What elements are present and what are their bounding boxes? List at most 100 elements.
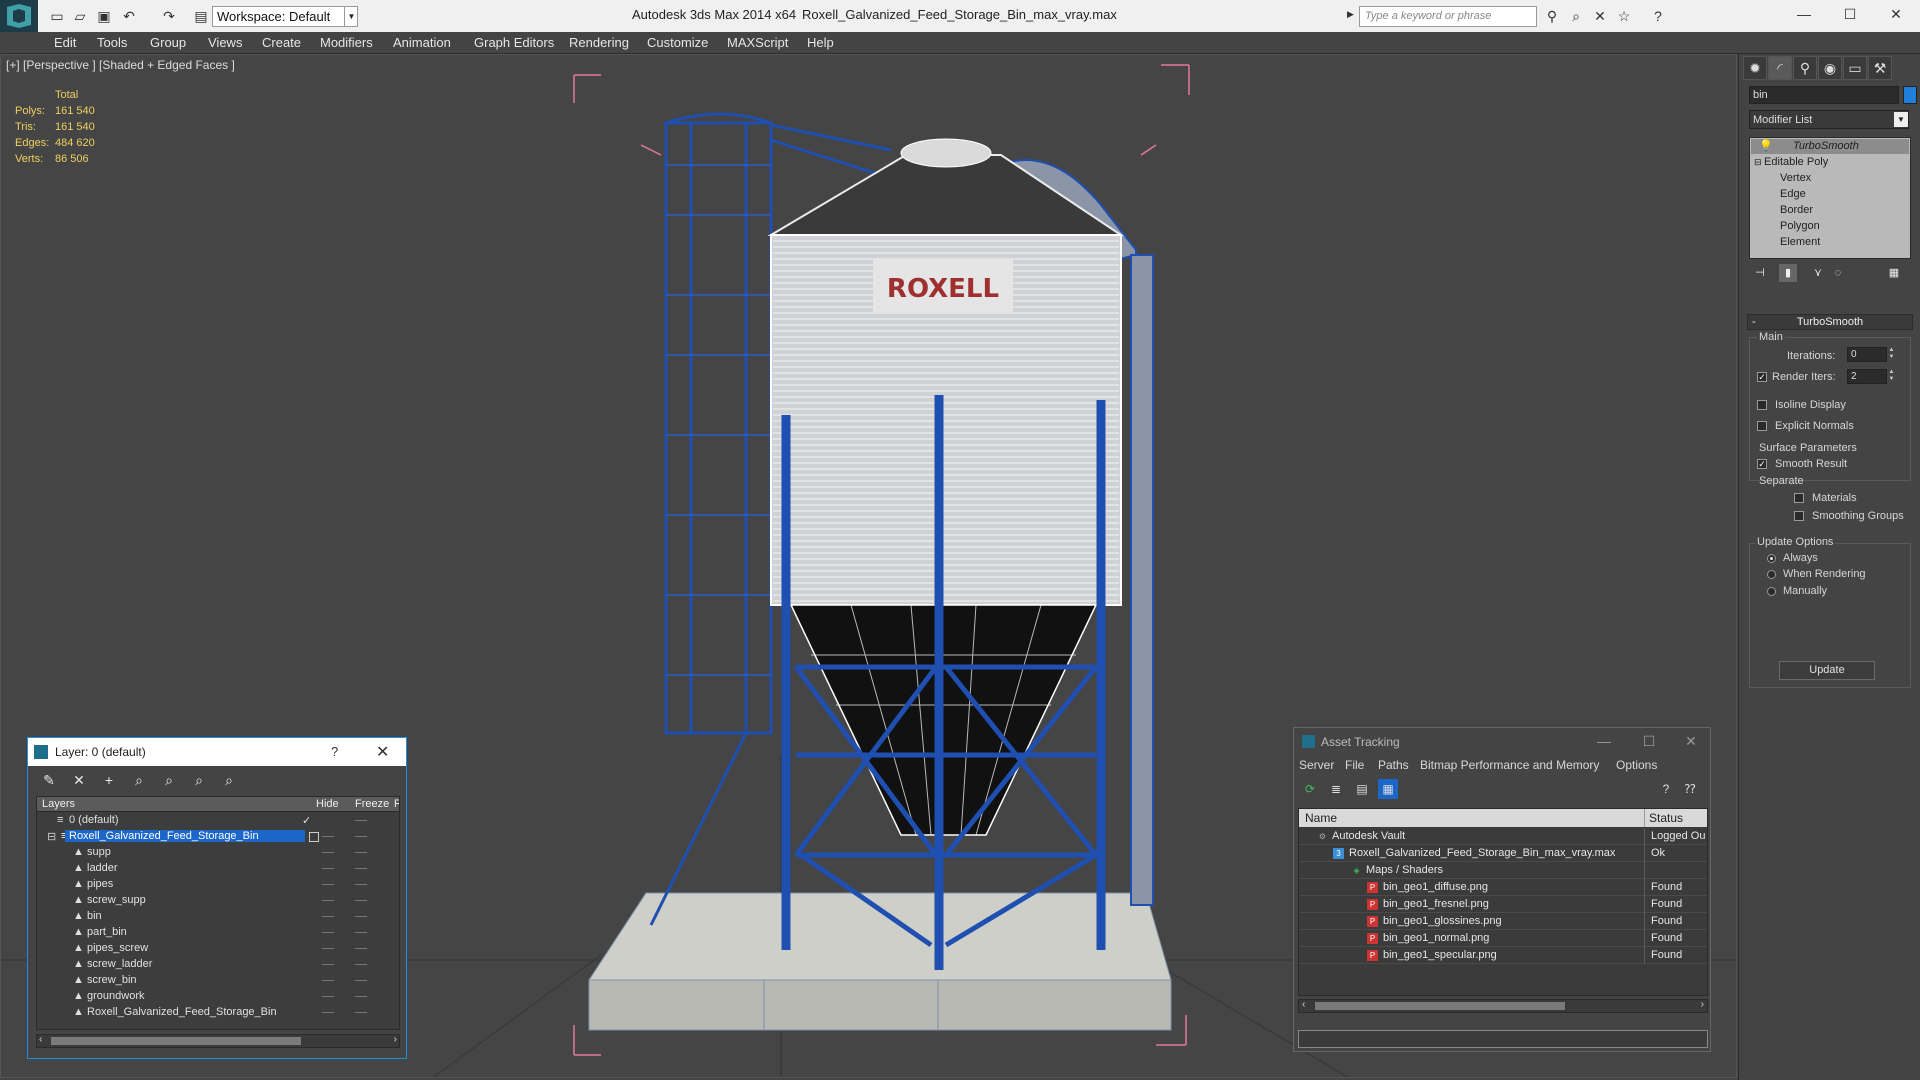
- spinner-arrows-icon[interactable]: ▲ ▼: [1887, 347, 1896, 362]
- stack-item-border[interactable]: Border: [1780, 203, 1813, 218]
- stack-item-turbosmooth[interactable]: 💡 TurboSmooth: [1751, 139, 1909, 154]
- smooth-result-checkbox[interactable]: ✓: [1757, 459, 1767, 469]
- close-icon[interactable]: ✕: [376, 742, 389, 762]
- save-file-icon[interactable]: ▣: [95, 7, 113, 25]
- minimize-button[interactable]: —: [1589, 731, 1619, 751]
- horizontal-scrollbar[interactable]: ‹ ›: [1298, 999, 1708, 1013]
- when-rendering-radio[interactable]: [1767, 570, 1776, 579]
- scroll-left-icon[interactable]: ‹: [39, 1034, 42, 1045]
- layer-row[interactable]: ▲ screw_bin: [37, 973, 399, 989]
- redo-icon[interactable]: ↷: [160, 7, 178, 25]
- minimize-button[interactable]: —: [1781, 0, 1827, 30]
- detail-view-icon[interactable]: ▦: [1378, 779, 1398, 799]
- create-layer-icon[interactable]: ✎: [38, 770, 60, 790]
- materials-checkbox[interactable]: [1794, 493, 1804, 503]
- asset-row[interactable]: P bin_geo1_fresnel.png Found: [1299, 896, 1707, 913]
- maximize-button[interactable]: ☐: [1634, 731, 1664, 751]
- table-view-icon[interactable]: ▤: [1352, 779, 1372, 799]
- create-tab-icon[interactable]: ✹: [1743, 56, 1767, 80]
- layer-row[interactable]: ▲ part_bin: [37, 925, 399, 941]
- layer-row[interactable]: ▲ bin: [37, 909, 399, 925]
- horizontal-scrollbar[interactable]: ‹ ›: [36, 1034, 400, 1048]
- menu-maxscript[interactable]: MAXScript: [727, 35, 788, 50]
- column-hide[interactable]: Hide: [316, 798, 339, 810]
- menu-server[interactable]: Server: [1299, 758, 1334, 772]
- scroll-right-icon[interactable]: ›: [394, 1034, 397, 1045]
- asset-row[interactable]: ◈ Maps / Shaders: [1299, 862, 1707, 879]
- viewport-label[interactable]: [+] [Perspective ] [Shaded + Edged Faces…: [6, 58, 235, 72]
- menu-create[interactable]: Create: [262, 35, 301, 50]
- column-name[interactable]: Name: [1305, 811, 1337, 825]
- motion-tab-icon[interactable]: ◉: [1818, 56, 1842, 80]
- lightbulb-icon[interactable]: 💡: [1759, 139, 1773, 154]
- asset-dialog-titlebar[interactable]: Asset Tracking — ☐ ✕: [1294, 728, 1710, 755]
- utilities-tab-icon[interactable]: ⚒: [1868, 56, 1892, 80]
- scrollbar-thumb[interactable]: [1315, 1002, 1565, 1010]
- asset-row[interactable]: ⚙ Autodesk Vault Logged Ou: [1299, 828, 1707, 845]
- asset-row[interactable]: P bin_geo1_diffuse.png Found: [1299, 879, 1707, 896]
- render-iters-checkbox[interactable]: ✓: [1757, 372, 1767, 382]
- menu-rendering[interactable]: Rendering: [569, 35, 629, 50]
- layer-row[interactable]: ▲ pipes_screw: [37, 941, 399, 957]
- scroll-left-icon[interactable]: ‹: [1302, 999, 1305, 1010]
- pin-stack-icon[interactable]: ⊣: [1751, 264, 1769, 282]
- iterations-spinner[interactable]: 0: [1847, 347, 1887, 362]
- workspace-dropdown[interactable]: Workspace: Default: [212, 6, 358, 27]
- open-file-icon[interactable]: ▱: [71, 7, 89, 25]
- layer-row[interactable]: ▲ groundwork: [37, 989, 399, 1005]
- search-icon[interactable]: ⌕: [1566, 7, 1586, 25]
- isoline-display-checkbox[interactable]: [1757, 400, 1767, 410]
- search-input[interactable]: Type a keyword or phrase: [1359, 6, 1537, 27]
- display-tab-icon[interactable]: ▭: [1843, 56, 1867, 80]
- asset-path-field[interactable]: [1298, 1030, 1708, 1048]
- menu-graph-editors[interactable]: Graph Editors: [474, 35, 554, 50]
- menu-views[interactable]: Views: [208, 35, 242, 50]
- help-icon[interactable]: ?: [1656, 779, 1676, 799]
- chevron-down-icon[interactable]: ▼: [344, 7, 358, 26]
- asset-row[interactable]: P bin_geo1_specular.png Found: [1299, 947, 1707, 964]
- app-logo-button[interactable]: [0, 0, 38, 32]
- layer-dialog-titlebar[interactable]: Layer: 0 (default) ? ✕: [28, 738, 406, 766]
- render-iters-spinner[interactable]: 2: [1847, 369, 1887, 384]
- undo-icon[interactable]: ↶: [120, 7, 138, 25]
- context-help-icon[interactable]: ⁇: [1680, 779, 1700, 799]
- help-button[interactable]: ?: [331, 744, 338, 759]
- layer-row[interactable]: ≡ 0 (default) ✓: [37, 813, 399, 829]
- turbosmooth-rollout-header[interactable]: - TurboSmooth: [1747, 314, 1913, 330]
- communication-center-icon[interactable]: ✕: [1590, 7, 1610, 25]
- add-to-layer-icon[interactable]: +: [98, 770, 120, 790]
- stack-item-element[interactable]: Element: [1780, 235, 1820, 250]
- layer-row[interactable]: ▲ screw_ladder: [37, 957, 399, 973]
- menu-file[interactable]: File: [1345, 758, 1364, 772]
- layer-row[interactable]: ▲ supp: [37, 845, 399, 861]
- configure-modifier-sets-icon[interactable]: ▦: [1885, 264, 1903, 282]
- show-end-result-icon[interactable]: ▮: [1779, 264, 1797, 282]
- project-folder-icon[interactable]: ▤: [192, 7, 210, 25]
- column-freeze[interactable]: Freeze: [355, 798, 389, 810]
- modify-tab-icon[interactable]: ◜: [1768, 56, 1792, 80]
- stack-item-vertex[interactable]: Vertex: [1780, 171, 1811, 186]
- menu-help[interactable]: Help: [807, 35, 834, 50]
- hierarchy-tab-icon[interactable]: ⚲: [1793, 56, 1817, 80]
- refresh-icon[interactable]: ⟳: [1300, 779, 1320, 799]
- menu-group[interactable]: Group: [150, 35, 186, 50]
- asset-row[interactable]: P bin_geo1_normal.png Found: [1299, 930, 1707, 947]
- menu-customize[interactable]: Customize: [647, 35, 708, 50]
- scroll-right-icon[interactable]: ›: [1701, 999, 1704, 1010]
- binoculars-icon[interactable]: ⚲: [1542, 7, 1562, 25]
- checkmark-icon[interactable]: ✓: [302, 814, 311, 827]
- freeze-toggle[interactable]: [355, 820, 367, 821]
- scrollbar-thumb[interactable]: [51, 1037, 301, 1045]
- favorites-star-icon[interactable]: ☆: [1614, 7, 1634, 25]
- delete-layer-icon[interactable]: ✕: [68, 770, 90, 790]
- layer-row[interactable]: ▲ Roxell_Galvanized_Feed_Storage_Bin: [37, 1005, 399, 1021]
- layer-row[interactable]: ▲ ladder: [37, 861, 399, 877]
- smoothing-groups-checkbox[interactable]: [1794, 511, 1804, 521]
- chevron-down-icon[interactable]: ▼: [1894, 112, 1908, 127]
- hide-toggle[interactable]: [322, 836, 334, 837]
- stack-item-edge[interactable]: Edge: [1780, 187, 1806, 202]
- stack-item-polygon[interactable]: Polygon: [1780, 219, 1820, 234]
- menu-modifiers[interactable]: Modifiers: [320, 35, 373, 50]
- hide-all-layers-icon[interactable]: ⌕: [188, 770, 210, 790]
- make-unique-icon[interactable]: ⋎: [1809, 264, 1827, 282]
